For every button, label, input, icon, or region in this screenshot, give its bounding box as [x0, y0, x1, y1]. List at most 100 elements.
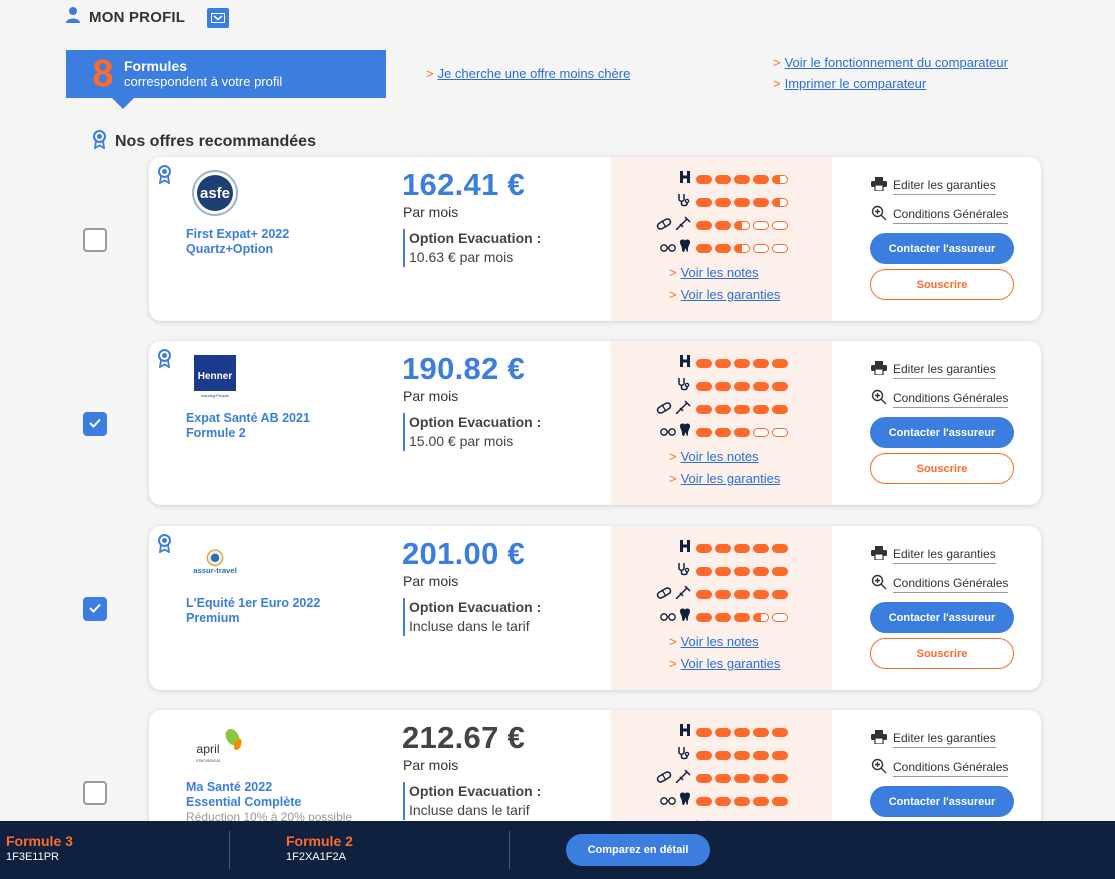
profile-title: MON PROFIL — [89, 9, 186, 26]
offer-select-checkbox[interactable] — [83, 228, 107, 252]
offer-card: assur-travel L'Equité 1er Euro 2022 Premiu… — [149, 526, 1041, 690]
per-month-label: Par mois — [403, 757, 459, 773]
subscribe-button[interactable]: Souscrire — [870, 269, 1014, 300]
rating-pill — [772, 774, 788, 783]
rating-pill — [772, 382, 788, 391]
rating-row-doctor — [641, 746, 788, 765]
view-guarantees-link[interactable]: >Voir les garanties — [669, 471, 780, 486]
rating-pill — [734, 174, 750, 184]
divider — [509, 831, 510, 869]
view-guarantees-link[interactable]: >Voir les garanties — [669, 287, 780, 302]
rating-pill — [734, 198, 750, 207]
contact-insurer-button[interactable]: Contacter l'assureur — [870, 602, 1014, 633]
view-ratings-label: Voir les notes — [680, 265, 759, 280]
rating-pill — [753, 727, 769, 737]
stethoscope-icon — [677, 377, 691, 396]
compare-slot-title: Formule 3 — [6, 833, 73, 849]
glasses-icon — [660, 424, 676, 442]
general-conditions-link[interactable]: Conditions Générales — [871, 205, 1009, 226]
offer-name-line2: Essential Complète — [186, 795, 302, 809]
rating-pill — [772, 590, 788, 599]
rating-pill — [715, 797, 731, 806]
contact-insurer-button[interactable]: Contacter l'assureur — [870, 786, 1014, 817]
offer-select-checkbox[interactable] — [83, 412, 107, 436]
rating-pill — [696, 221, 712, 230]
compare-slot[interactable]: Formule 3 1F3E11PR — [6, 833, 73, 863]
pill-icon — [656, 401, 672, 419]
how-it-works-link[interactable]: > Voir le fonctionnement du comparateur — [773, 55, 1008, 70]
evacuation-label: Option Evacuation : — [409, 414, 542, 430]
offer-name[interactable]: Expat Santé AB 2021 Formule 2 — [186, 411, 376, 441]
offer-name-line2: Quartz+Option — [186, 242, 274, 256]
subscribe-button[interactable]: Souscrire — [870, 638, 1014, 669]
rating-pill — [715, 613, 731, 622]
offer-name[interactable]: First Expat+ 2022 Quartz+Option — [186, 227, 376, 257]
offer-select-checkbox[interactable] — [83, 597, 107, 621]
offer-price: 162.41 € — [402, 167, 526, 202]
profile-dropdown-button[interactable] — [207, 7, 230, 28]
view-ratings-link[interactable]: >Voir les notes — [669, 265, 759, 280]
rating-pill — [696, 727, 712, 737]
offer-name-line1: L'Equité 1er Euro 2022 — [186, 596, 321, 610]
view-guarantees-link[interactable]: >Voir les garanties — [669, 656, 780, 671]
tooth-icon — [679, 608, 691, 627]
view-ratings-link[interactable]: >Voir les notes — [669, 634, 759, 649]
offer-price: 190.82 € — [402, 351, 526, 386]
general-conditions-link[interactable]: Conditions Générales — [871, 389, 1009, 410]
evacuation-value: 10.63 € par mois — [409, 249, 514, 265]
offer-name[interactable]: L'Equité 1er Euro 2022 Premium — [186, 596, 376, 626]
pill-icon — [656, 770, 672, 788]
tooth-icon — [679, 423, 691, 442]
cheaper-offer-link[interactable]: > Je cherche une offre moins chère — [426, 66, 630, 81]
offer-select-checkbox[interactable] — [83, 781, 107, 805]
print-comparator-link[interactable]: > Imprimer le comparateur — [773, 76, 926, 91]
rating-pill — [696, 174, 712, 184]
rating-pill — [696, 405, 712, 414]
zoom-in-icon — [871, 574, 887, 595]
evacuation-label: Option Evacuation : — [409, 599, 542, 615]
general-conditions-link[interactable]: Conditions Générales — [871, 574, 1009, 595]
rating-pill — [753, 543, 769, 553]
edit-guarantees-link[interactable]: Editer les garanties — [871, 546, 996, 565]
rating-row-hospital — [641, 539, 788, 557]
rating-pill — [715, 405, 731, 414]
evacuation-value: Incluse dans le tarif — [409, 618, 530, 634]
rating-pill — [696, 382, 712, 391]
general-conditions-label: Conditions Générales — [893, 207, 1009, 224]
rating-pill — [753, 174, 769, 184]
rating-row-doctor — [641, 193, 788, 212]
cheaper-offer-label: Je cherche une offre moins chère — [437, 66, 631, 81]
edit-guarantees-label: Editer les garanties — [893, 731, 996, 748]
compare-slot[interactable]: Formule 2 1F2XA1F2A — [286, 833, 353, 863]
contact-insurer-button[interactable]: Contacter l'assureur — [870, 417, 1014, 448]
rating-pill — [734, 797, 750, 806]
general-conditions-link[interactable]: Conditions Générales — [871, 758, 1009, 779]
rating-pill — [753, 613, 769, 622]
offer-name[interactable]: Ma Santé 2022 Essential Complète — [186, 780, 376, 810]
compare-slot-title: Formule 2 — [286, 833, 353, 849]
edit-guarantees-link[interactable]: Editer les garanties — [871, 361, 996, 380]
per-month-label: Par mois — [403, 573, 459, 589]
subscribe-button[interactable]: Souscrire — [870, 453, 1014, 484]
compare-detail-button[interactable]: Comparez en détail — [566, 834, 710, 866]
view-ratings-link[interactable]: >Voir les notes — [669, 449, 759, 464]
edit-guarantees-label: Editer les garanties — [893, 362, 996, 379]
rating-pill — [753, 797, 769, 806]
chevron-right-icon: > — [669, 634, 677, 649]
recommended-title: Nos offres recommandées — [115, 133, 316, 150]
recommended-badge-icon — [157, 349, 172, 373]
rating-pill — [753, 221, 769, 230]
rating-pill — [772, 198, 788, 207]
ratings-panel: >Voir les notes >Voir les garanties — [611, 526, 832, 690]
asfe-logo: asfe — [187, 169, 243, 217]
edit-guarantees-link[interactable]: Editer les garanties — [871, 730, 996, 749]
contact-insurer-button[interactable]: Contacter l'assureur — [870, 233, 1014, 264]
rating-pill — [696, 774, 712, 783]
recommended-badge-icon — [157, 534, 172, 558]
tooth-icon — [679, 792, 691, 811]
evacuation-option: Option Evacuation : Incluse dans le tarif — [403, 598, 541, 636]
chevron-right-icon: > — [669, 471, 677, 486]
rating-pill — [772, 797, 788, 806]
edit-guarantees-link[interactable]: Editer les garanties — [871, 177, 996, 196]
rating-pill — [753, 590, 769, 599]
